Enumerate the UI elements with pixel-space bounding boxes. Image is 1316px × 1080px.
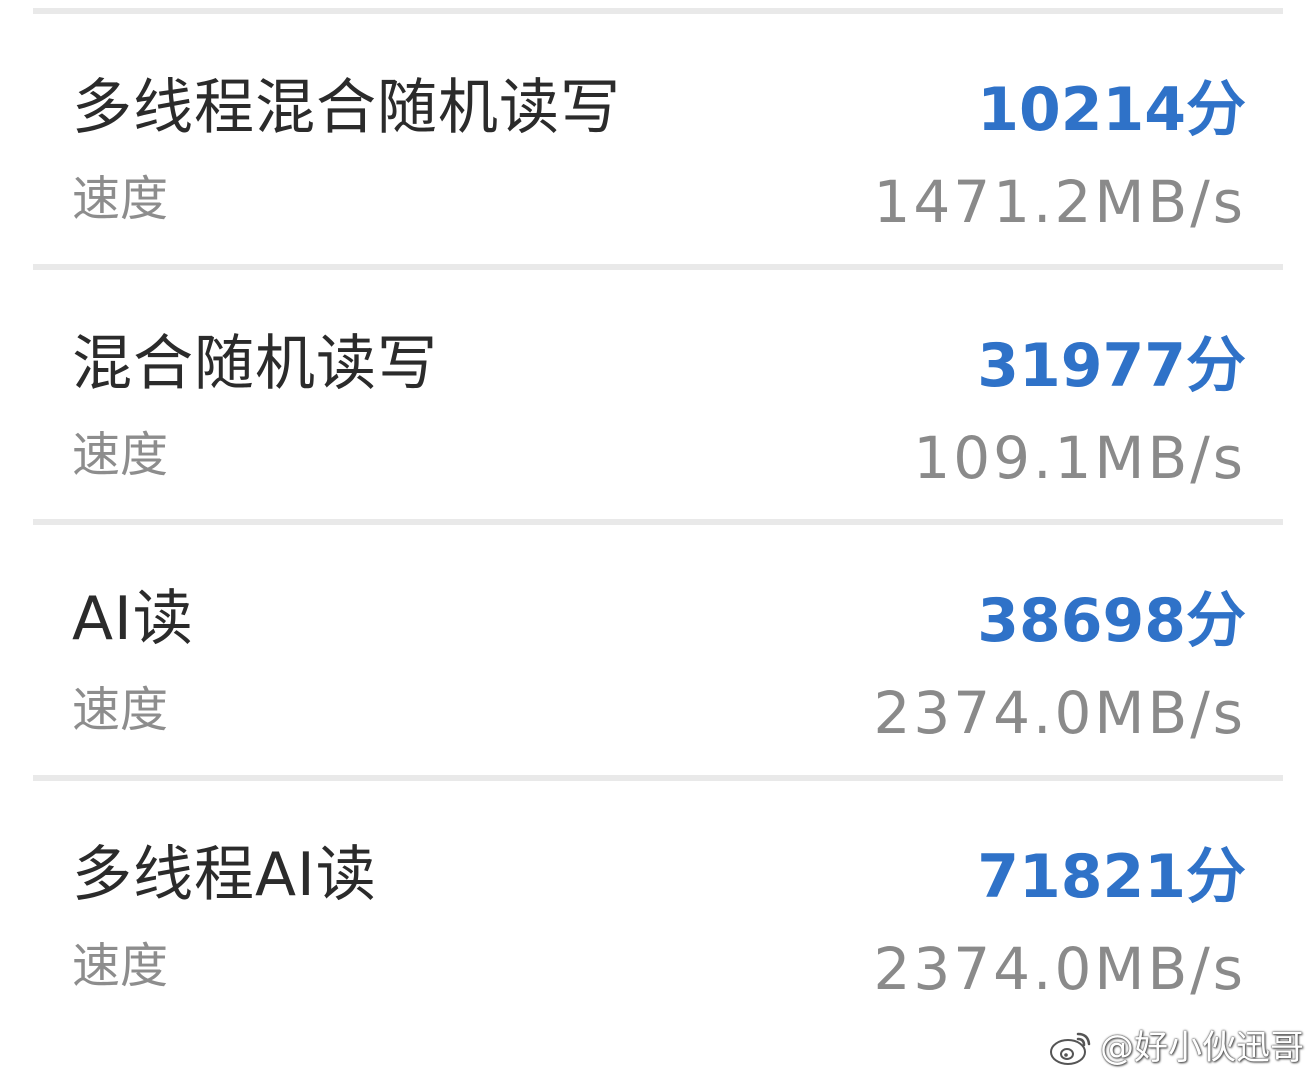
row-score: 10214分 bbox=[977, 75, 1246, 145]
weibo-icon bbox=[1050, 1032, 1091, 1065]
speed-label: 速度 bbox=[72, 171, 169, 227]
row-title: 多线程AI读 bbox=[72, 840, 377, 910]
watermark: @好小伙迅哥 bbox=[1048, 1026, 1304, 1070]
row-score: 31977分 bbox=[977, 331, 1246, 401]
speed-value: 1471.2MB/s bbox=[873, 168, 1246, 236]
watermark-text: @好小伙迅哥 bbox=[1100, 1028, 1304, 1068]
row-score: 71821分 bbox=[977, 842, 1246, 912]
result-row-multithread-mixed-random-rw: 多线程混合随机读写 10214分 速度 1471.2MB/s bbox=[0, 14, 1316, 264]
speed-value: 2374.0MB/s bbox=[873, 935, 1246, 1003]
speed-label: 速度 bbox=[72, 938, 169, 994]
row-title: AI读 bbox=[72, 584, 194, 654]
speed-label: 速度 bbox=[72, 427, 169, 483]
row-title: 多线程混合随机读写 bbox=[72, 73, 621, 143]
speed-label: 速度 bbox=[72, 682, 169, 738]
row-title: 混合随机读写 bbox=[72, 329, 438, 399]
row-score: 38698分 bbox=[977, 586, 1246, 656]
result-row-mixed-random-rw: 混合随机读写 31977分 速度 109.1MB/s bbox=[0, 270, 1316, 520]
speed-value: 2374.0MB/s bbox=[873, 679, 1246, 747]
result-row-multithread-ai-read: 多线程AI读 71821分 速度 2374.0MB/s bbox=[0, 781, 1316, 1031]
result-row-ai-read: AI读 38698分 速度 2374.0MB/s bbox=[0, 525, 1316, 775]
speed-value: 109.1MB/s bbox=[913, 424, 1246, 492]
